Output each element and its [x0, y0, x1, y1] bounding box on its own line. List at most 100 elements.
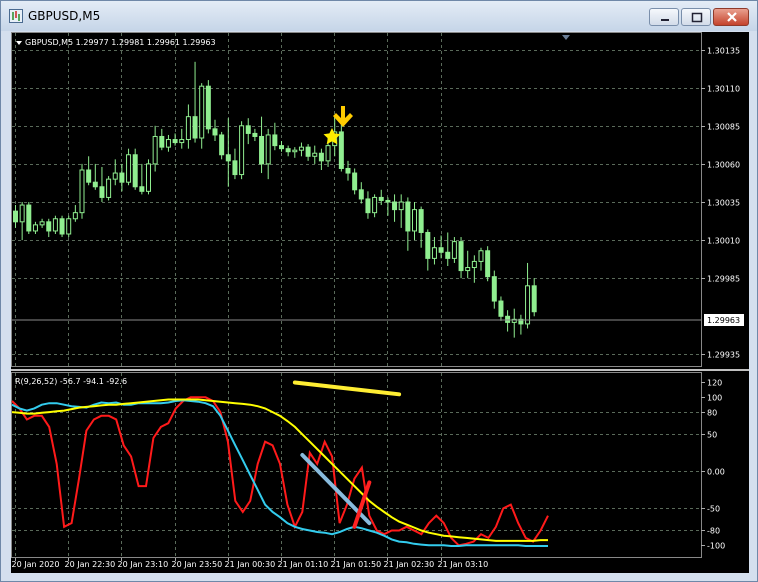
- time-tick-label: 20 Jan 22:30: [65, 560, 116, 569]
- chart-area[interactable]: 20 Jan 2020 20 Jan 22:30 20 Jan 23:10 20 Ja…: [11, 32, 749, 573]
- current-price-label: 1.29963: [707, 316, 740, 325]
- candle-body-bear: [358, 189, 364, 200]
- close-button[interactable]: [713, 8, 749, 26]
- candle-body-bull: [431, 247, 437, 259]
- candle-body-bear: [405, 201, 411, 232]
- candle-body-bear: [445, 251, 451, 259]
- candle-body-bear: [285, 148, 291, 153]
- candle-body-bull: [32, 224, 38, 232]
- maximize-button[interactable]: [681, 8, 711, 26]
- time-tick-label: 20 Jan 23:50: [172, 560, 223, 569]
- candle: [112, 159, 118, 186]
- candle-body-bear: [491, 276, 497, 302]
- title-bar[interactable]: GBPUSD,M5: [1, 1, 757, 31]
- candle-body-bear: [26, 204, 32, 232]
- candle: [79, 163, 85, 219]
- candle: [525, 262, 531, 329]
- candle-body-bear: [132, 154, 138, 188]
- price-tick-label: 1.30010: [707, 237, 740, 246]
- candle: [431, 237, 437, 265]
- candle: [159, 128, 165, 151]
- candle-body-bear: [92, 181, 98, 188]
- candle: [511, 308, 517, 338]
- candle-body-bear: [119, 172, 125, 183]
- candle-body-bear: [219, 134, 225, 156]
- trendline-annotation[interactable]: [292, 380, 402, 397]
- minimize-button[interactable]: [649, 8, 679, 26]
- price-tick-label: 1.29985: [707, 275, 740, 284]
- chart-shift-marker[interactable]: [562, 35, 570, 40]
- candle: [365, 191, 371, 219]
- candle-body-bear: [205, 85, 211, 130]
- time-tick-label: 21 Jan 02:30: [384, 560, 435, 569]
- candle: [19, 202, 25, 241]
- candle: [179, 128, 185, 149]
- down-arrow-icon: [333, 106, 353, 127]
- candle-body-bull: [525, 285, 531, 325]
- price-tick-label: 1.30035: [707, 199, 740, 208]
- chart-canvas[interactable]: 20 Jan 2020 20 Jan 22:30 20 Jan 23:10 20 Ja…: [11, 32, 749, 573]
- indicator-pane-frame: [11, 372, 702, 558]
- time-tick-label: 21 Jan 00:30: [225, 560, 276, 569]
- candle: [518, 314, 524, 335]
- candle-body-bull: [325, 145, 331, 162]
- indicator-tick-label: 80: [707, 409, 717, 418]
- candle: [219, 131, 225, 160]
- candle: [445, 232, 451, 266]
- candle: [139, 163, 145, 195]
- candle-body-bear: [13, 210, 18, 223]
- candle: [485, 246, 491, 282]
- candle: [185, 104, 191, 149]
- candle-body-bull: [126, 154, 132, 183]
- candle: [92, 163, 98, 190]
- candle-body-bear: [99, 186, 105, 198]
- candle-body-bull: [292, 149, 298, 153]
- candle: [225, 118, 231, 187]
- candle: [199, 83, 205, 149]
- candle-body-bull: [185, 116, 191, 141]
- candle-body-bear: [352, 172, 358, 191]
- candle: [86, 156, 92, 186]
- price-tick-label: 1.30085: [707, 123, 740, 132]
- candle: [338, 121, 344, 172]
- candle-body-bear: [139, 186, 145, 192]
- candle-body-bull: [52, 218, 58, 232]
- candle-body-bull: [412, 209, 417, 232]
- candle: [146, 159, 151, 195]
- candle: [405, 197, 411, 251]
- price-tick-label: 1.29935: [707, 351, 740, 360]
- candle-body-bull: [398, 201, 404, 211]
- time-tick-label: 21 Jan 03:10: [438, 560, 489, 569]
- time-tick-label: 20 Jan 23:10: [118, 560, 169, 569]
- candle-body-bull: [72, 212, 78, 220]
- candle-body-bull: [152, 135, 158, 165]
- candle-body-bear: [338, 131, 344, 169]
- candle-body-bear: [505, 315, 511, 323]
- candle-body-bear: [232, 160, 238, 176]
- candle: [372, 194, 378, 218]
- candle-body-bull: [106, 178, 112, 198]
- indicator-tick-label: -100: [707, 542, 725, 551]
- candle-body-bull: [239, 125, 245, 176]
- candle: [205, 80, 211, 134]
- price-tick-label: 1.30060: [707, 161, 740, 170]
- candle-body-bull: [478, 250, 484, 262]
- candle-body-bear: [531, 285, 537, 313]
- candle: [239, 121, 245, 180]
- candle: [245, 118, 251, 145]
- candle-body-bear: [225, 154, 231, 162]
- candle-body-bear: [272, 134, 278, 147]
- candle-body-bull: [312, 152, 318, 157]
- candle-body-bear: [305, 146, 311, 157]
- dropdown-triangle-icon[interactable]: [16, 41, 22, 45]
- candle: [345, 160, 351, 181]
- candle: [99, 166, 105, 202]
- candle-body-bull: [465, 267, 471, 272]
- close-icon: [727, 12, 737, 22]
- time-tick-label: 21 Jan 01:10: [278, 560, 329, 569]
- candle-body-bear: [46, 221, 52, 232]
- candle-body-bear: [279, 145, 284, 150]
- candle-body-bull: [19, 204, 25, 223]
- candle-body-bull: [39, 221, 45, 226]
- candle-body-bear: [392, 201, 398, 211]
